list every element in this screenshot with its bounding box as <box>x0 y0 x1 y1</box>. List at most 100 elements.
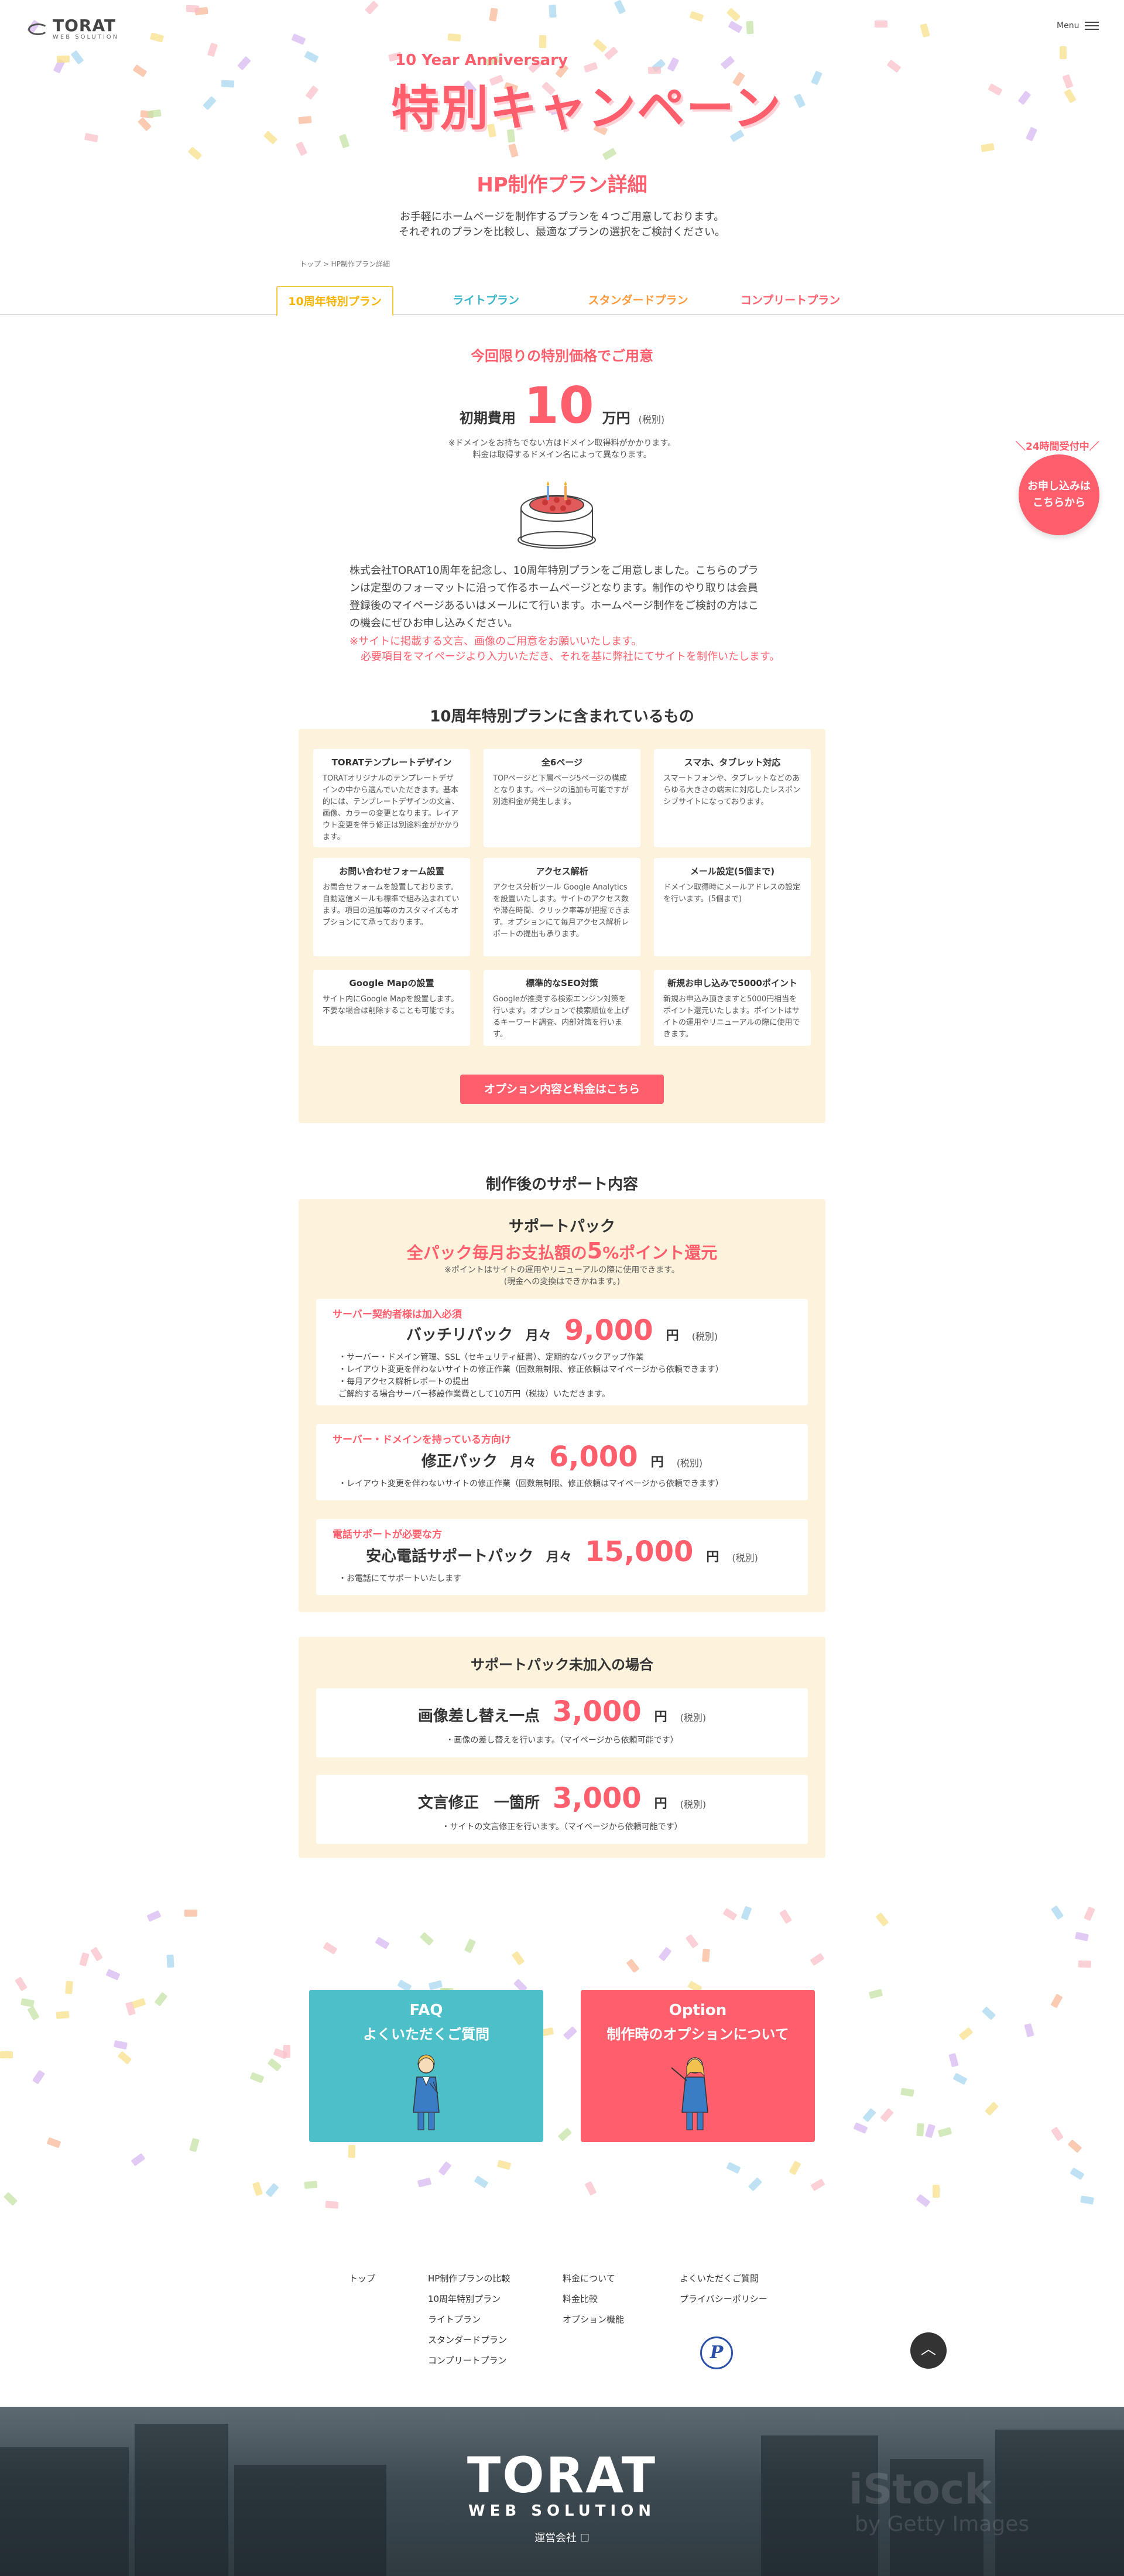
footer-link[interactable]: スタンダードプラン <box>428 2334 507 2346</box>
footer-link[interactable]: ライトプラン <box>428 2313 481 2325</box>
option-card[interactable]: Option 制作時のオプションについて <box>581 1990 815 2142</box>
confetti-piece <box>1017 90 1032 105</box>
footer-link[interactable]: プライバシーポリシー <box>680 2293 767 2305</box>
confetti-piece <box>614 0 626 15</box>
apply-button[interactable]: お申し込みは こちらから <box>1019 454 1099 535</box>
highlight-num: 5 <box>587 1238 603 1264</box>
feature-desc: スマートフォンや、タブレットなどのあらゆる大きさの端末に対応したレスポンシブサイ… <box>663 774 801 806</box>
support-pack-box: サポートパック 全パック毎月お支払額の5%ポイント還元 ※ポイントはサイトの運用… <box>299 1199 825 1612</box>
service-name: 画像差し替え一点 <box>417 1708 540 1725</box>
initial-price: 初期費用 10 万円 (税別) <box>0 381 1124 431</box>
confetti-piece <box>793 93 806 108</box>
confetti-piece <box>1074 1931 1089 1942</box>
confetti-piece <box>438 2161 452 2176</box>
option-pricing-button[interactable]: オプション内容と料金はこちら <box>460 1075 664 1104</box>
pack-tax: (税別) <box>676 1458 703 1469</box>
confetti-piece <box>474 2175 489 2189</box>
confetti-piece <box>1059 46 1067 60</box>
footer-logo[interactable]: TORAT WEB SOLUTION <box>0 2451 1124 2520</box>
tab-complete-plan[interactable]: コンプリートプラン <box>732 286 849 315</box>
service-yen: 円 <box>654 1710 667 1725</box>
confetti-piece <box>203 95 217 111</box>
footer-link[interactable]: トップ <box>349 2272 375 2284</box>
service-note: ・サイトの文言修正を行います。（マイページから依頼可能です） <box>441 1822 683 1832</box>
confetti-piece <box>916 2194 931 2208</box>
card-jp-label: よくいただくご質問 <box>363 2026 489 2043</box>
birthday-cake-icon <box>518 481 596 549</box>
confetti-piece <box>746 20 754 35</box>
tab-light-plan[interactable]: ライトプラン <box>427 286 544 315</box>
back-to-top-button[interactable]: ︿ <box>910 2332 947 2369</box>
confetti-piece <box>295 141 308 156</box>
pack-price: 9,000 <box>564 1314 653 1347</box>
feature-card: Google Mapの設置 サイト内にGoogle Mapを設置します。不要な場合… <box>313 970 470 1046</box>
footer-link[interactable]: よくいただくご質問 <box>680 2272 759 2284</box>
confetti-piece <box>1067 2139 1082 2153</box>
faq-card[interactable]: FAQ よくいただくご質問 <box>309 1990 543 2142</box>
footer-logo-sub: WEB SOLUTION <box>468 2502 656 2520</box>
tab-standard-plan[interactable]: スタンダードプラン <box>580 286 697 315</box>
intro-line-2: それぞれのプランを比較し、最適なプランの選択をご検討ください。 <box>399 226 725 238</box>
pack-card-shusei: サーバー・ドメインを持っている方向け 修正パック 月々 6,000 円 (税別)… <box>316 1424 808 1500</box>
confetti-piece <box>875 20 887 28</box>
confetti-piece <box>925 2123 935 2139</box>
no-support-title: サポートパック未加入の場合 <box>471 1657 653 1673</box>
logo-mark-icon <box>28 23 48 35</box>
confetti-piece <box>958 2027 974 2041</box>
confetti-piece <box>741 1906 752 1921</box>
footer-link[interactable]: HP制作プランの比較 <box>428 2272 510 2284</box>
support-note-1: ※ポイントはサイトの運用やリニューアルの際に使用できます。 <box>444 1265 680 1275</box>
hamburger-icon <box>1085 22 1099 30</box>
confetti-piece <box>880 2108 894 2123</box>
logo-name: TORAT <box>53 16 116 35</box>
confetti-piece <box>985 2101 999 2116</box>
confetti-piece <box>84 132 99 143</box>
breadcrumb[interactable]: トップ > HP制作プラン詳細 <box>300 259 390 269</box>
support-box-title: サポートパック <box>508 1218 615 1236</box>
menu-button[interactable]: Menu <box>1057 21 1099 30</box>
plan-tabs: 10周年特別プラン ライトプラン スタンダードプラン コンプリートプラン <box>0 286 1124 316</box>
tab-10th-anniversary-plan[interactable]: 10周年特別プラン <box>276 286 393 316</box>
footer-link[interactable]: 料金について <box>563 2272 615 2284</box>
confetti-piece <box>981 2006 996 2020</box>
warning-line-1: ※サイトに掲載する文言、画像のご用意をお願いいたします。 <box>349 635 642 648</box>
confetti-piece <box>1025 126 1038 142</box>
confetti-piece <box>447 33 461 42</box>
confetti-piece <box>56 2011 70 2019</box>
feature-desc: サイト内にGoogle Mapを設置します。不要な場合は削除することも可能です。 <box>323 995 459 1015</box>
menu-label: Menu <box>1057 21 1080 30</box>
footer-link[interactable]: オプション機能 <box>563 2313 624 2325</box>
feature-desc: TOPページと下層ページ5ページの構成となります。ページの追加も可能ですが別途料… <box>493 774 629 806</box>
image-replace-card: 画像差し替え一点 3,000 円 (税別) ・画像の差し替えを行います。（マイペ… <box>316 1688 808 1757</box>
confetti-piece <box>539 35 547 49</box>
tab-label: ライトプラン <box>452 294 519 307</box>
confetti-piece <box>131 1997 146 2009</box>
confetti-piece <box>65 1980 73 1995</box>
site-logo[interactable]: TORAT WEB SOLUTION <box>28 18 119 40</box>
confetti-piece <box>685 1934 699 1949</box>
confetti-piece <box>79 1952 90 1967</box>
confetti-piece <box>207 42 218 57</box>
footer-link[interactable]: コンプリートプラン <box>428 2354 507 2366</box>
feature-title: お問い合わせフォーム設置 <box>339 866 444 877</box>
footer-link[interactable]: 10周年特別プラン <box>428 2293 501 2305</box>
confetti-piece <box>252 2181 263 2197</box>
confetti-piece <box>626 1958 640 1973</box>
footer-link[interactable]: 料金比較 <box>563 2293 598 2305</box>
thinking-woman-icon <box>413 2054 440 2130</box>
confetti-piece <box>56 55 70 63</box>
card-en-label: FAQ <box>409 2002 443 2019</box>
confetti-piece <box>508 143 519 158</box>
company-link[interactable]: 運営会社 ☐ <box>0 2530 1124 2545</box>
confetti-piece <box>868 1989 883 1999</box>
support-note-2: (現金への変換はできかねます。) <box>503 1277 621 1287</box>
confetti-piece <box>1070 2167 1085 2180</box>
confetti-piece <box>1050 1905 1064 1920</box>
confetti-piece <box>154 1992 168 2007</box>
confetti-piece <box>810 2178 825 2191</box>
confetti-piece <box>221 80 235 88</box>
confetti-piece <box>166 1954 174 1968</box>
feature-desc: Googleが推奨する検索エンジン対策を行います。オプションで検索順位を上げるキ… <box>493 995 629 1039</box>
confetti-piece <box>948 2052 959 2068</box>
confetti-piece <box>496 2160 512 2170</box>
